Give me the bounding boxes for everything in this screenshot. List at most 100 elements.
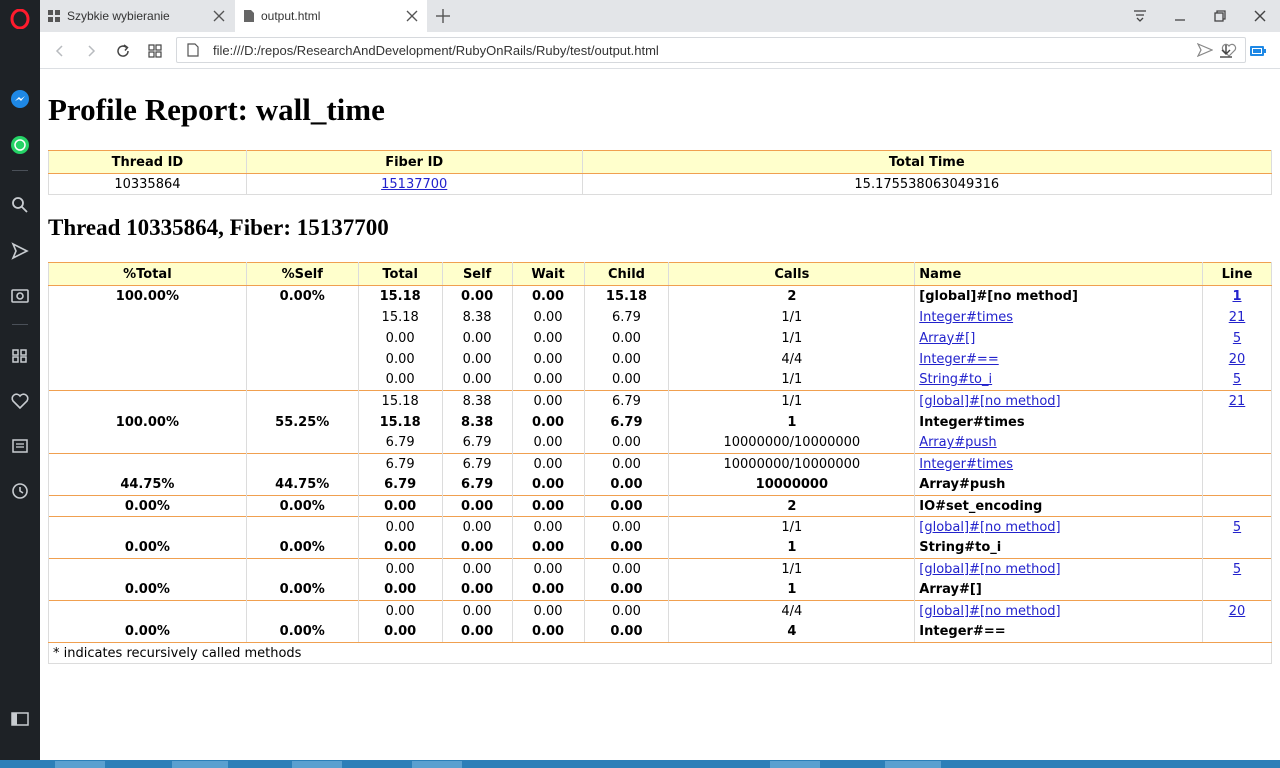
- row-calls: 10000000: [668, 474, 916, 496]
- minimize-icon[interactable]: [1170, 6, 1190, 26]
- row-wait: 0.00: [511, 474, 585, 496]
- speed-dial-grid-icon[interactable]: [145, 41, 165, 61]
- row-self: 6.79: [441, 453, 513, 475]
- col-line: Line: [1202, 262, 1272, 286]
- row-self: 8.38: [441, 390, 513, 412]
- row-total: 0.00: [357, 495, 443, 517]
- method-name-link[interactable]: Integer#times: [919, 457, 1013, 472]
- row-total: 0.00: [357, 516, 443, 538]
- row-wait: 0.00: [511, 516, 585, 538]
- row-total-pct: [48, 306, 247, 328]
- row-calls: 2: [668, 285, 916, 307]
- tab-speed-dial[interactable]: Szybkie wybieranie: [40, 0, 234, 32]
- history-icon[interactable]: [9, 480, 31, 502]
- url-text[interactable]: file:///D:/repos/ResearchAndDevelopment/…: [213, 43, 659, 58]
- browser-sidebar: [0, 0, 40, 768]
- close-icon[interactable]: [405, 9, 419, 23]
- row-self: 0.00: [441, 516, 513, 538]
- send-icon[interactable]: [9, 240, 31, 262]
- row-name: Array#push: [914, 432, 1203, 454]
- method-name-link[interactable]: [global]#[no method]: [919, 394, 1060, 409]
- row-child: 15.18: [583, 285, 670, 307]
- method-row-primary: 0.00% 0.00% 0.00 0.00 0.00 0.00 1 Array#[]: [48, 579, 1272, 601]
- messenger-icon[interactable]: [9, 88, 31, 110]
- row-name: Array#push: [914, 474, 1203, 496]
- row-child: 0.00: [583, 579, 670, 601]
- taskbar-item[interactable]: [172, 761, 228, 768]
- method-name-link[interactable]: String#to_i: [919, 372, 992, 387]
- battery-saver-icon[interactable]: [1248, 41, 1268, 61]
- method-row-call: 0.00 0.00 0.00 0.00 1/1 String#to_i 5: [48, 369, 1272, 391]
- method-row-call: 0.00 0.00 0.00 0.00 4/4 [global]#[no method] 2…: [48, 600, 1272, 622]
- send-page-icon[interactable]: [1197, 43, 1213, 57]
- row-child: 0.00: [583, 453, 670, 475]
- summary-table: Thread ID Fiber ID Total Time 10335864 1…: [48, 150, 1273, 195]
- line-number-link[interactable]: 5: [1233, 562, 1241, 577]
- method-name-link[interactable]: Integer#==: [919, 352, 998, 367]
- method-name-link[interactable]: Integer#times: [919, 310, 1013, 325]
- close-window-icon[interactable]: [1250, 6, 1270, 26]
- line-number-link[interactable]: 20: [1229, 604, 1246, 619]
- camera-icon[interactable]: [9, 284, 31, 306]
- reload-icon[interactable]: [113, 41, 133, 61]
- row-total-pct: 0.00%: [48, 579, 247, 601]
- taskbar-item[interactable]: [292, 761, 342, 768]
- line-number-link[interactable]: 20: [1229, 352, 1246, 367]
- line-number-link[interactable]: 5: [1233, 372, 1241, 387]
- search-icon[interactable]: [9, 194, 31, 216]
- row-wait: 0.00: [511, 411, 585, 433]
- row-self: 0.00: [441, 621, 513, 643]
- row-total: 0.00: [357, 369, 443, 391]
- method-name-link[interactable]: Array#[]: [919, 331, 975, 346]
- method-name-link[interactable]: [global]#[no method]: [919, 520, 1060, 535]
- speed-dial-icon[interactable]: [9, 345, 31, 367]
- method-name-link[interactable]: [global]#[no method]: [919, 604, 1060, 619]
- row-self-pct: 0.00%: [245, 537, 359, 559]
- address-bar[interactable]: file:///D:/repos/ResearchAndDevelopment/…: [176, 37, 1246, 63]
- back-icon[interactable]: [50, 41, 70, 61]
- footnote: * indicates recursively called methods: [48, 642, 1272, 664]
- row-self-pct: 0.00%: [245, 495, 359, 517]
- row-self: 0.00: [441, 600, 513, 622]
- row-name: String#to_i: [914, 537, 1203, 559]
- row-line: 21: [1202, 306, 1272, 328]
- line-number-link[interactable]: 21: [1229, 310, 1246, 325]
- new-tab-icon[interactable]: [434, 7, 452, 25]
- method-name-link[interactable]: [global]#[no method]: [919, 562, 1060, 577]
- line-number-link[interactable]: 1: [1232, 289, 1241, 304]
- method-row-call: 6.79 6.79 0.00 0.00 10000000/10000000 Array#p…: [48, 432, 1272, 454]
- line-number-link[interactable]: 21: [1229, 394, 1246, 409]
- fiber-id-link[interactable]: 15137700: [381, 177, 447, 192]
- row-self-pct: [245, 369, 359, 391]
- row-name: Array#[]: [914, 327, 1203, 349]
- opera-logo-icon[interactable]: [9, 8, 31, 30]
- row-line: 5: [1202, 516, 1272, 538]
- method-row-call: 0.00 0.00 0.00 0.00 1/1 Array#[] 5: [48, 327, 1272, 349]
- sidebar-toggle-icon[interactable]: [9, 708, 31, 730]
- line-number-link[interactable]: 5: [1233, 520, 1241, 535]
- row-total: 0.00: [357, 600, 443, 622]
- row-total-pct: 44.75%: [48, 474, 247, 496]
- news-icon[interactable]: [9, 435, 31, 457]
- taskbar-item[interactable]: [770, 761, 820, 768]
- row-total-pct: 100.00%: [48, 285, 247, 307]
- taskbar-item[interactable]: [885, 761, 941, 768]
- row-line: 5: [1202, 327, 1272, 349]
- row-name: Integer#times: [914, 453, 1203, 475]
- close-icon[interactable]: [212, 9, 226, 23]
- restore-icon[interactable]: [1210, 6, 1230, 26]
- row-self-pct: 0.00%: [245, 621, 359, 643]
- method-name-link[interactable]: Array#push: [919, 435, 996, 450]
- forward-icon[interactable]: [81, 41, 101, 61]
- tab-output[interactable]: output.html: [235, 0, 427, 32]
- whatsapp-icon[interactable]: [9, 134, 31, 156]
- row-total: 15.18: [357, 411, 443, 433]
- taskbar-item[interactable]: [55, 761, 105, 768]
- header-thread-id: Thread ID: [48, 150, 247, 174]
- tab-menu-icon[interactable]: [1130, 6, 1150, 26]
- taskbar-item[interactable]: [412, 761, 462, 768]
- line-number-link[interactable]: 5: [1233, 331, 1241, 346]
- heart-icon[interactable]: [9, 390, 31, 412]
- row-wait: 0.00: [511, 306, 585, 328]
- download-icon[interactable]: [1216, 41, 1236, 61]
